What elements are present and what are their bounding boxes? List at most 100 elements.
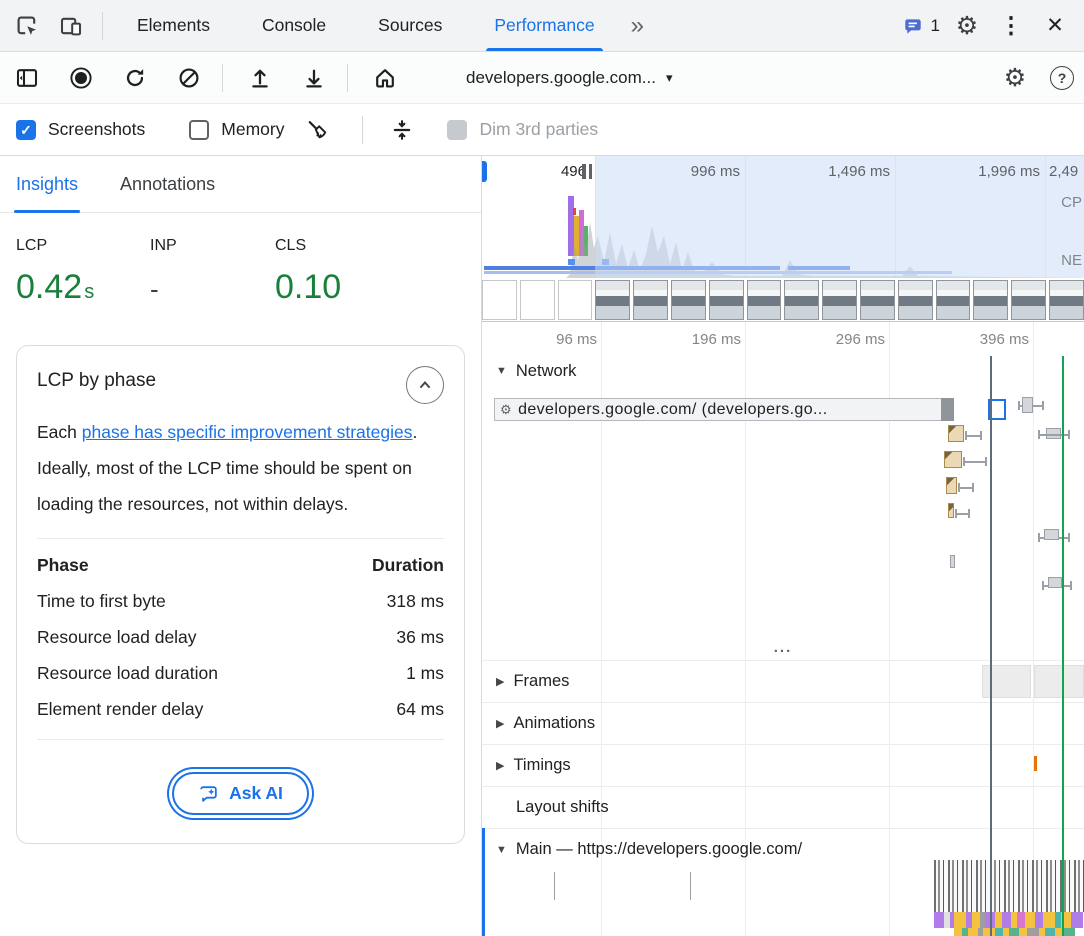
page-selector-dropdown[interactable]: developers.google.com... ▾ [466, 68, 672, 88]
record-button[interactable] [64, 61, 98, 95]
phase-row-render-delay: Element render delay64 ms [37, 691, 444, 727]
network-request-bar[interactable] [944, 451, 962, 468]
activity-segment [1043, 912, 1055, 928]
navigation-marker-line [990, 356, 992, 936]
filmstrip-thumbnail[interactable] [633, 280, 668, 320]
filmstrip-thumbnail[interactable] [520, 280, 555, 320]
network-request-main-document[interactable]: ⚙ developers.google.com/ (developers.go.… [494, 398, 954, 421]
close-devtools-button[interactable]: ✕ [1038, 9, 1072, 43]
network-track-label: Network [516, 362, 577, 381]
network-request-bar[interactable] [950, 555, 955, 568]
divider [37, 538, 444, 539]
capture-options-bar: ✓ Screenshots Memory Dim 3rd parties [0, 104, 1084, 156]
lcp-marker-line [1062, 356, 1064, 936]
filmstrip-thumbnail[interactable] [784, 280, 819, 320]
tab-annotations[interactable]: Annotations [120, 156, 215, 212]
core-web-vitals: LCP 0.42s INP - CLS 0.10 [0, 213, 481, 341]
timeline-overview[interactable]: 496 996 ms 1,496 ms 1,996 ms 2,49 CP NE [482, 156, 1084, 322]
network-request-bar[interactable] [948, 503, 954, 518]
activity-segment [1027, 928, 1039, 936]
screenshots-checkbox[interactable]: ✓ [16, 120, 36, 140]
save-profile-button[interactable] [297, 61, 331, 95]
filmstrip-thumbnail[interactable] [595, 280, 630, 320]
activity-segment [934, 912, 944, 928]
main-activity-row2[interactable] [954, 928, 1084, 936]
filmstrip-thumbnail[interactable] [709, 280, 744, 320]
track-collapsed-icon: ▶ [496, 759, 504, 772]
memory-checkbox[interactable] [189, 120, 209, 140]
ask-ai-button[interactable]: Ask AI [172, 772, 309, 815]
customize-devtools-button[interactable]: ⋮ [994, 9, 1028, 43]
network-track-header[interactable]: ▼ Network [482, 358, 1084, 384]
upload-icon [248, 66, 272, 90]
tab-performance[interactable]: Performance [468, 0, 620, 51]
ai-chat-icon [198, 783, 219, 804]
network-request-bar[interactable] [1044, 529, 1059, 540]
metric-inp[interactable]: INP - [150, 237, 275, 341]
request-whisker [963, 457, 987, 466]
request-gear-icon: ⚙ [500, 402, 512, 418]
toggle-sidebar-button[interactable] [10, 61, 44, 95]
overview-tick-label: 996 ms [670, 163, 740, 180]
filmstrip-thumbnail[interactable] [1049, 280, 1084, 320]
main-track-label: Main — https://developers.google.com/ [516, 840, 802, 859]
lcp-by-phase-card: LCP by phase Each phase has specific imp… [16, 345, 465, 844]
record-and-reload-button[interactable] [118, 61, 152, 95]
collect-garbage-button[interactable] [300, 113, 334, 147]
timing-marker[interactable] [1034, 756, 1037, 771]
card-description: Each phase has specific improvement stra… [37, 414, 444, 522]
tab-console[interactable]: Console [236, 0, 352, 51]
filmstrip-thumbnail[interactable] [747, 280, 782, 320]
filmstrip-thumbnail[interactable] [860, 280, 895, 320]
network-request-bar[interactable] [1048, 577, 1062, 588]
track-resize-handle[interactable]: ... [482, 639, 1084, 659]
console-messages-indicator[interactable]: 1 [902, 15, 940, 37]
load-profile-button[interactable] [243, 61, 277, 95]
improvement-strategies-link[interactable]: phase has specific improvement strategie… [82, 422, 413, 442]
memory-label[interactable]: Memory [221, 119, 284, 140]
message-bubble-icon [902, 15, 924, 37]
window-right-handle[interactable] [582, 164, 592, 179]
network-request-bar[interactable] [946, 477, 957, 494]
filmstrip-thumbnail[interactable] [558, 280, 593, 320]
filmstrip-thumbnail[interactable] [671, 280, 706, 320]
filmstrip-thumbnail[interactable] [936, 280, 971, 320]
live-metrics-button[interactable] [368, 61, 402, 95]
help-button[interactable]: ? [1050, 66, 1074, 90]
inspect-element-button[interactable] [10, 9, 44, 43]
filmstrip-thumbnail[interactable] [1011, 280, 1046, 320]
performance-toolbar: developers.google.com... ▾ ⚙ ? [0, 52, 1084, 104]
network-request-bar[interactable] [948, 425, 964, 442]
filmstrip-thumbnail[interactable] [822, 280, 857, 320]
activity-segment [954, 912, 966, 928]
window-left-handle[interactable] [482, 161, 487, 182]
activity-segment [954, 928, 962, 936]
collapse-card-button[interactable] [406, 366, 444, 404]
tab-sources[interactable]: Sources [352, 0, 468, 51]
request-whisker [955, 509, 970, 518]
collapse-tracks-button[interactable] [385, 113, 419, 147]
animations-track-header[interactable]: ▶ Animations [482, 702, 1084, 744]
capture-settings-button[interactable]: ⚙ [998, 61, 1032, 95]
device-toolbar-icon [59, 14, 83, 38]
tab-elements[interactable]: Elements [111, 0, 236, 51]
more-tabs-button[interactable]: » [623, 12, 652, 40]
filmstrip-thumbnail[interactable] [898, 280, 933, 320]
clear-recording-button[interactable] [172, 61, 206, 95]
device-toolbar-button[interactable] [54, 9, 88, 43]
tab-insights[interactable]: Insights [16, 156, 78, 212]
filmstrip-thumbnail[interactable] [973, 280, 1008, 320]
settings-button[interactable]: ⚙ [950, 9, 984, 43]
overview-tick-label: 1,496 ms [806, 163, 890, 180]
metric-lcp[interactable]: LCP 0.42s [16, 237, 150, 341]
screenshots-label[interactable]: Screenshots [48, 119, 145, 140]
filmstrip-thumbnail[interactable] [482, 280, 517, 320]
record-icon [69, 66, 93, 90]
ask-ai-label: Ask AI [229, 783, 283, 804]
timings-track-header[interactable]: ▶ Timings [482, 744, 1084, 786]
layout-shifts-track-header[interactable]: Layout shifts [482, 786, 1084, 828]
network-request-bar[interactable] [1022, 397, 1033, 413]
timeline-tracks[interactable]: 96 ms 196 ms 296 ms 396 ms ▼ Network ⚙ d… [482, 322, 1084, 936]
activity-segment [1025, 912, 1035, 928]
metric-cls[interactable]: CLS 0.10 [275, 237, 409, 341]
